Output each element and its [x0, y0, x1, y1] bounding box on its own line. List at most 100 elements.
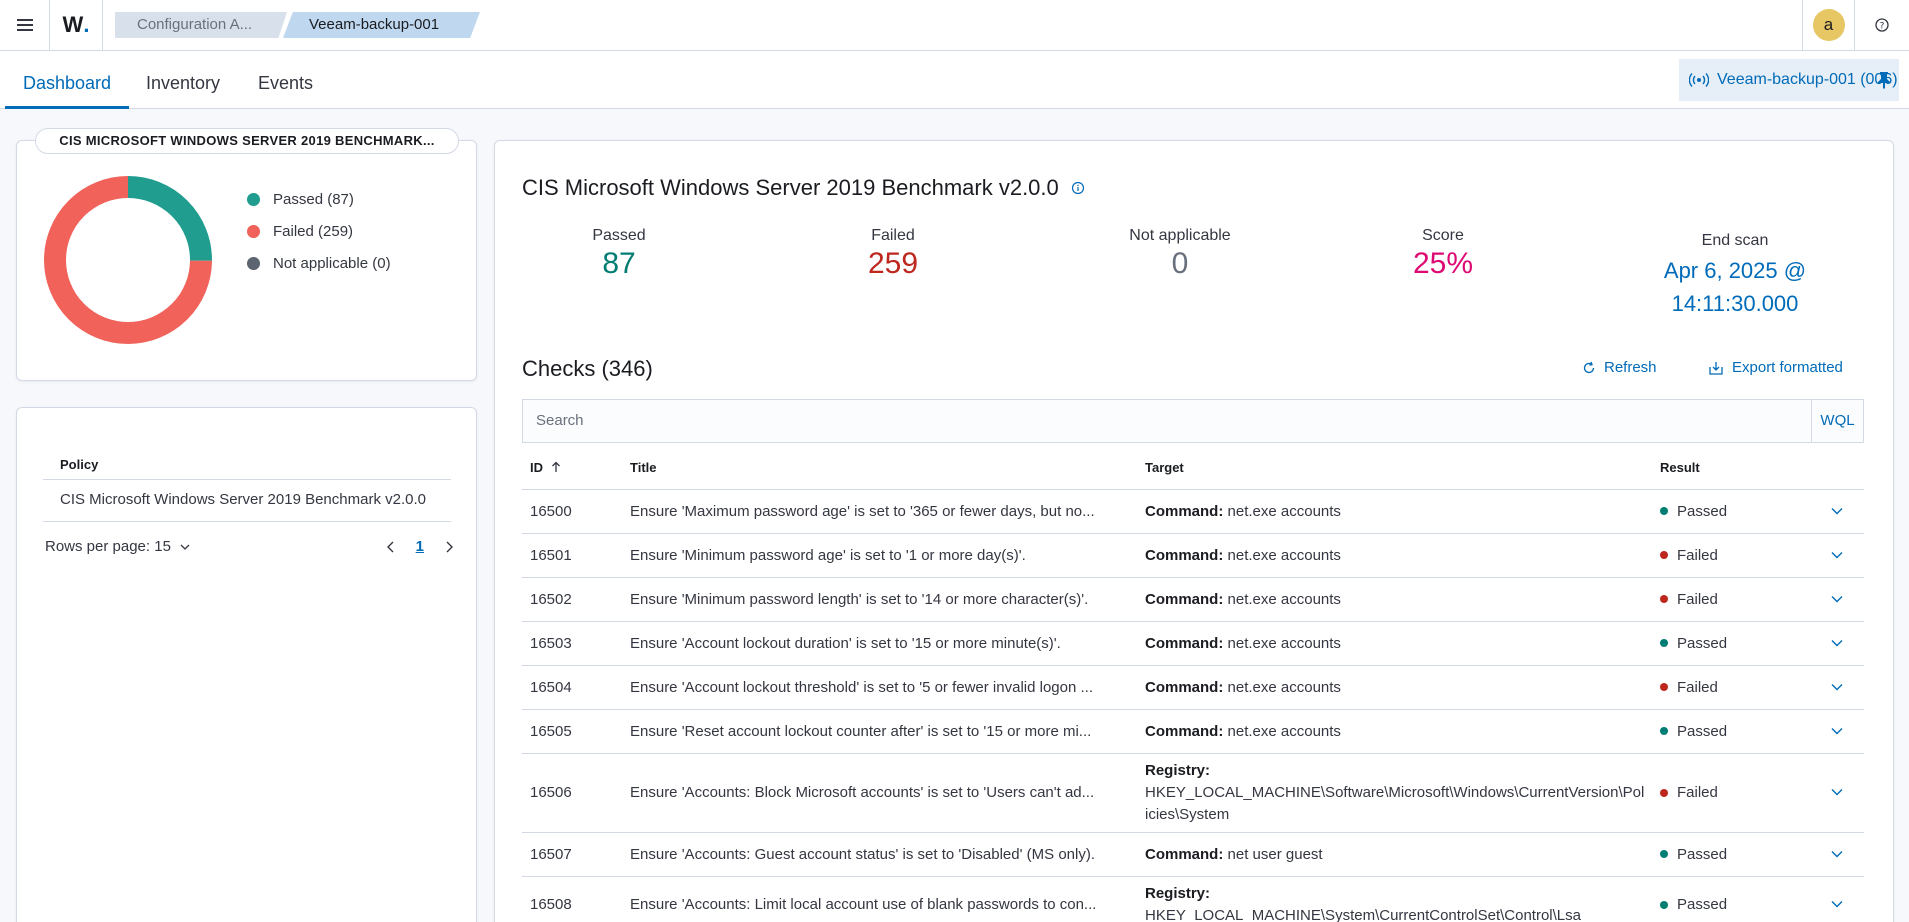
- user-menu[interactable]: a: [1802, 0, 1854, 50]
- benchmark-detail-card: CIS Microsoft Windows Server 2019 Benchm…: [494, 140, 1894, 922]
- stat-failed: Failed 259: [831, 227, 955, 281]
- column-header-id[interactable]: ID: [522, 447, 630, 490]
- table-row[interactable]: 16508 Ensure 'Accounts: Limit local accou…: [522, 876, 1864, 922]
- info-icon[interactable]: [1071, 181, 1085, 195]
- legend-dot: [247, 224, 260, 238]
- expand-row-button[interactable]: [1810, 577, 1864, 622]
- page-number[interactable]: 1: [416, 538, 424, 555]
- cell-id: 16503: [522, 621, 630, 666]
- table-row[interactable]: 16501 Ensure 'Minimum password age' is se…: [522, 533, 1864, 578]
- cell-target: Command: net.exe accounts: [1145, 621, 1660, 666]
- policy-list-card: Policy CIS Microsoft Windows Server 2019…: [16, 407, 477, 922]
- status-dot: [1660, 788, 1668, 797]
- breadcrumb: Configuration A... Veeam-backup-001: [115, 12, 480, 38]
- status-dot: [1660, 727, 1668, 735]
- cell-id: 16500: [522, 489, 630, 534]
- help-button[interactable]: ?: [1854, 0, 1909, 50]
- status-dot: [1660, 595, 1668, 603]
- question-circle-icon: ?: [1875, 18, 1889, 32]
- status-dot: [1660, 850, 1668, 858]
- export-formatted-button[interactable]: Export formatted: [1708, 359, 1843, 376]
- table-row[interactable]: 16507 Ensure 'Accounts: Guest account sta…: [522, 832, 1864, 877]
- breadcrumb-agent[interactable]: Veeam-backup-001: [283, 12, 480, 38]
- expand-row-button[interactable]: [1810, 489, 1864, 534]
- expand-row-button[interactable]: [1810, 876, 1864, 922]
- tab-inventory[interactable]: Inventory: [146, 51, 220, 109]
- table-row[interactable]: 16500 Ensure 'Maximum password age' is se…: [522, 489, 1864, 534]
- wql-toggle[interactable]: WQL: [1811, 400, 1863, 442]
- table-row[interactable]: 16504 Ensure 'Account lockout threshold' …: [522, 665, 1864, 710]
- chevron-down-icon: [1831, 551, 1843, 558]
- export-icon: [1709, 361, 1723, 375]
- agent-status-pill[interactable]: Veeam-backup-001 (006): [1679, 59, 1899, 101]
- chevron-down-icon: [1831, 727, 1843, 734]
- status-dot: [1660, 551, 1668, 559]
- policy-column-header[interactable]: Policy: [43, 446, 451, 480]
- search-bar: Search WQL: [522, 399, 1864, 443]
- status-dot: [1660, 900, 1668, 909]
- table-row[interactable]: 16503 Ensure 'Account lockout duration' i…: [522, 621, 1864, 666]
- stat-end-scan: End scan Apr 6, 2025 @ 14:11:30.000: [1645, 232, 1825, 320]
- policy-row[interactable]: CIS Microsoft Windows Server 2019 Benchm…: [43, 480, 451, 522]
- table-row[interactable]: 16505 Ensure 'Reset account lockout count…: [522, 709, 1864, 754]
- cell-target: Registry: HKEY_LOCAL_MACHINE\Software\Mic…: [1145, 753, 1660, 833]
- expand-row-button[interactable]: [1810, 753, 1864, 833]
- search-input[interactable]: Search: [523, 400, 1811, 442]
- pagination: 1: [386, 538, 454, 555]
- chevron-down-icon: [180, 544, 190, 550]
- previous-page-icon[interactable]: [386, 540, 396, 554]
- cell-title: Ensure 'Account lockout duration' is set…: [630, 621, 1145, 666]
- chevron-down-icon: [1831, 595, 1843, 602]
- next-page-icon[interactable]: [444, 540, 454, 554]
- legend-item-passed[interactable]: Passed (87): [247, 183, 391, 215]
- tab-dashboard[interactable]: Dashboard: [5, 51, 130, 109]
- cell-title: Ensure 'Account lockout threshold' is se…: [630, 665, 1145, 710]
- stat-end-scan-value: Apr 6, 2025 @ 14:11:30.000: [1663, 258, 1807, 316]
- compliance-summary-card: CIS MICROSOFT WINDOWS SERVER 2019 BENCHM…: [16, 128, 477, 381]
- tab-events[interactable]: Events: [258, 51, 313, 109]
- stat-na-value: 0: [1171, 247, 1189, 280]
- cell-id: 16501: [522, 533, 630, 578]
- sort-ascending-icon: [551, 461, 560, 473]
- menu-button[interactable]: [0, 0, 50, 50]
- expand-row-button[interactable]: [1810, 832, 1864, 877]
- cell-result: Passed: [1660, 832, 1810, 877]
- expand-row-button[interactable]: [1810, 533, 1864, 578]
- avatar[interactable]: a: [1812, 9, 1845, 41]
- cell-id: 16508: [522, 876, 630, 922]
- tab-bar: Dashboard Inventory Events Veeam-backup-…: [0, 51, 1909, 109]
- cell-id: 16504: [522, 665, 630, 710]
- expand-row-button[interactable]: [1810, 621, 1864, 666]
- chart-legend: Passed (87) Failed (259) Not applicable …: [247, 183, 391, 279]
- legend-item-failed[interactable]: Failed (259): [247, 215, 391, 247]
- pin-icon[interactable]: [1877, 71, 1891, 89]
- cell-title: Ensure 'Reset account lockout counter af…: [630, 709, 1145, 754]
- legend-item-not-applicable[interactable]: Not applicable (0): [247, 247, 391, 279]
- stat-score-value: 25%: [1412, 247, 1474, 280]
- cell-id: 16502: [522, 577, 630, 622]
- refresh-button[interactable]: Refresh: [1582, 359, 1657, 376]
- breadcrumb-configuration-assessment[interactable]: Configuration A...: [115, 12, 287, 38]
- cell-result: Failed: [1660, 665, 1810, 710]
- cell-title: Ensure 'Accounts: Guest account status' …: [630, 832, 1145, 877]
- column-header-result[interactable]: Result: [1660, 447, 1810, 490]
- rows-per-page-select[interactable]: Rows per page: 15: [45, 538, 191, 555]
- app-logo[interactable]: W.: [50, 0, 103, 50]
- cell-id: 16505: [522, 709, 630, 754]
- column-header-target[interactable]: Target: [1145, 447, 1660, 490]
- table-row[interactable]: 16502 Ensure 'Minimum password length' is…: [522, 577, 1864, 622]
- chevron-down-icon: [1831, 901, 1843, 908]
- expand-row-button[interactable]: [1810, 709, 1864, 754]
- column-header-title[interactable]: Title: [630, 447, 1145, 490]
- expand-row-button[interactable]: [1810, 665, 1864, 710]
- chevron-down-icon: [1831, 507, 1843, 514]
- checks-title: Checks (346): [522, 356, 653, 381]
- status-dot: [1660, 639, 1668, 647]
- stat-failed-value: 259: [867, 247, 919, 280]
- table-row[interactable]: 16506 Ensure 'Accounts: Block Microsoft a…: [522, 753, 1864, 833]
- compliance-donut-chart: [44, 176, 212, 344]
- cell-result: Failed: [1660, 753, 1810, 833]
- stat-passed: Passed 87: [557, 227, 681, 281]
- cell-title: Ensure 'Maximum password age' is set to …: [630, 489, 1145, 534]
- cell-title: Ensure 'Accounts: Limit local account us…: [630, 876, 1145, 922]
